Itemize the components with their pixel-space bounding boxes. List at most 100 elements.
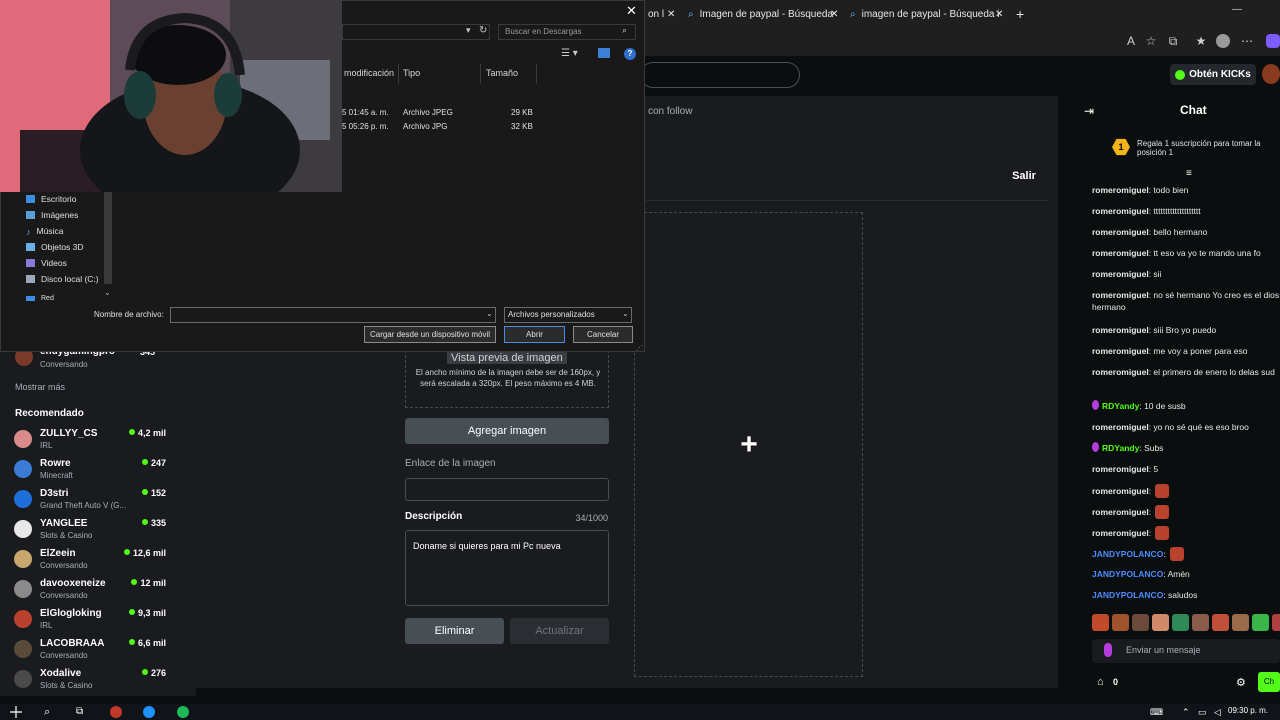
recommended-channel[interactable]: davooxeneize Conversando 12 mil — [14, 578, 170, 606]
image-link-input[interactable] — [405, 478, 609, 501]
file-modified[interactable]: 5 05:26 p. m. — [342, 122, 389, 131]
extensions-icon[interactable]: ⧉ — [1166, 34, 1180, 48]
chat-username[interactable]: JANDYPOLANCO — [1092, 569, 1163, 579]
recommended-channel[interactable]: YANGLEE Slots & Casino 335 — [14, 518, 170, 546]
recommended-channel[interactable]: D3stri Grand Theft Auto V (G... 152 — [14, 488, 170, 516]
get-kicks-button[interactable]: Obtén KICKs — [1170, 64, 1256, 85]
chat-username[interactable]: RDYandy — [1102, 401, 1139, 411]
filetype-select[interactable]: Archivos personalizados — [504, 307, 632, 323]
emote-picker-icon[interactable] — [1104, 643, 1112, 657]
recommended-channel[interactable]: ZULLYY_CS IRL 4,2 mil — [14, 428, 170, 456]
column-header-type[interactable]: Tipo — [403, 68, 420, 78]
nav-item-music[interactable]: ♪ Música — [26, 224, 116, 238]
refresh-icon[interactable]: ↻ — [479, 25, 487, 36]
chat-username[interactable]: romeromiguel — [1092, 367, 1149, 377]
chat-username[interactable]: romeromiguel — [1092, 206, 1149, 216]
network-icon[interactable]: ▭ — [1198, 706, 1210, 718]
user-avatar[interactable] — [1262, 64, 1280, 84]
chat-username[interactable]: romeromiguel — [1092, 528, 1149, 538]
chevron-down-icon[interactable]: ⌄ — [622, 309, 629, 318]
salir-button[interactable]: Salir — [1004, 166, 1044, 186]
emote-icon[interactable] — [1232, 614, 1249, 631]
chat-username[interactable]: romeromiguel — [1092, 269, 1149, 279]
read-aloud-icon[interactable]: A — [1124, 34, 1138, 48]
chat-username[interactable]: RDYandy — [1102, 443, 1139, 453]
browser-tab[interactable]: ⌕ Imagen de paypal - Búsqueda — [688, 4, 838, 24]
chat-username[interactable]: romeromiguel — [1092, 290, 1149, 300]
recommended-channel[interactable]: ElGlogloking IRL 9,3 mil — [14, 608, 170, 636]
close-icon[interactable]: ✕ — [626, 3, 637, 19]
file-type[interactable]: Archivo JPEG — [403, 108, 453, 117]
emote-icon[interactable] — [1172, 614, 1189, 631]
tab-close-icon[interactable]: ✕ — [995, 4, 1007, 24]
chat-username[interactable]: romeromiguel — [1092, 464, 1149, 474]
nav-item-network[interactable]: Red — [26, 294, 116, 302]
collapse-chat-icon[interactable]: ⇥ — [1084, 104, 1094, 118]
add-image-button[interactable]: Agregar imagen — [405, 418, 609, 444]
filename-input[interactable] — [170, 307, 496, 323]
task-view-icon[interactable]: ⧉ — [76, 706, 88, 718]
volume-icon[interactable]: ◁ — [1214, 706, 1226, 718]
chevron-up-icon[interactable]: ⌃ — [1182, 706, 1194, 718]
new-tab-button[interactable]: + — [1016, 4, 1030, 24]
emote-icon[interactable] — [1152, 614, 1169, 631]
edge-browser-icon[interactable] — [143, 706, 155, 718]
chat-username[interactable]: romeromiguel — [1092, 422, 1149, 432]
chat-username[interactable]: romeromiguel — [1092, 325, 1149, 335]
chevron-down-icon[interactable]: ⌄ — [104, 288, 111, 297]
copilot-icon[interactable] — [1266, 34, 1280, 48]
cancel-button[interactable]: Cancelar — [573, 326, 633, 343]
chat-username[interactable]: romeromiguel — [1092, 346, 1149, 356]
delete-button[interactable]: Eliminar — [405, 618, 504, 644]
chat-send-button[interactable]: Ch — [1258, 672, 1280, 692]
emote-icon[interactable] — [1212, 614, 1229, 631]
recommended-channel[interactable]: Rowre Minecraft 247 — [14, 458, 170, 486]
load-from-mobile-button[interactable]: Cargar desde un dispositivo móvil — [364, 326, 496, 343]
address-bar[interactable] — [646, 30, 1280, 52]
app-icon[interactable] — [110, 706, 122, 718]
update-button[interactable]: Actualizar — [510, 618, 609, 644]
nav-item-desktop[interactable]: Escritorio — [26, 192, 116, 206]
show-more-link[interactable]: Mostrar más — [15, 382, 65, 392]
more-menu-icon[interactable]: ⋯ — [1240, 34, 1254, 48]
pinned-chevron-icon[interactable]: ≡ — [1186, 168, 1192, 179]
chat-username[interactable]: JANDYPOLANCO — [1092, 590, 1163, 600]
profile-icon[interactable] — [1216, 34, 1230, 48]
keyboard-icon[interactable]: ⌨ — [1150, 706, 1163, 718]
description-textarea[interactable]: Doname si quieres para mi Pc nueva — [405, 530, 609, 606]
chevron-down-icon[interactable]: ▾ — [466, 25, 471, 36]
chat-username[interactable]: romeromiguel — [1092, 486, 1149, 496]
spotify-icon[interactable] — [177, 706, 189, 718]
minimize-icon[interactable]: — — [1232, 4, 1242, 15]
tab-close-icon[interactable]: ✕ — [830, 4, 842, 24]
nav-item-pictures[interactable]: Imágenes — [26, 208, 116, 222]
channel-points-icon[interactable]: ⌂ — [1097, 676, 1104, 688]
recommended-channel[interactable]: Xodalive Slots & Casino 276 — [14, 668, 170, 696]
nav-scrollbar[interactable] — [104, 192, 112, 284]
file-size[interactable]: 32 KB — [511, 122, 533, 131]
chat-username[interactable]: JANDYPOLANCO — [1092, 549, 1163, 559]
gift-leaderboard-text[interactable]: Regala 1 suscripción para tomar la posic… — [1137, 139, 1277, 157]
gear-icon[interactable]: ⚙ — [1236, 676, 1246, 689]
help-icon[interactable]: ? — [624, 48, 636, 60]
chat-username[interactable]: romeromiguel — [1092, 185, 1149, 195]
emote-icon[interactable] — [1252, 614, 1269, 631]
column-header-modified[interactable]: modificación — [344, 68, 394, 78]
favorites-icon[interactable]: ★ — [1194, 34, 1208, 48]
resize-grip-icon[interactable]: ⋰ — [636, 344, 643, 352]
browser-tab[interactable]: ⌕ imagen de paypal - Búsqueda ima — [850, 4, 1000, 24]
preview-pane-icon[interactable] — [598, 48, 610, 58]
emote-icon[interactable] — [1272, 614, 1280, 631]
taskbar-clock[interactable]: 09:30 p. m. — [1228, 706, 1268, 715]
chat-message-input[interactable]: Enviar un mensaje — [1092, 639, 1280, 663]
column-header-size[interactable]: Tamaño — [486, 68, 518, 78]
emote-icon[interactable] — [1192, 614, 1209, 631]
recommended-channel[interactable]: ElZeein Conversando 12,6 mil — [14, 548, 170, 576]
dialog-search-input[interactable]: Buscar en Descargas — [498, 24, 636, 40]
chevron-down-icon[interactable]: ⌄ — [486, 309, 493, 318]
nav-item-3d-objects[interactable]: Objetos 3D — [26, 240, 116, 254]
chat-username[interactable]: romeromiguel — [1092, 507, 1149, 517]
tab-close-icon[interactable]: ✕ — [667, 4, 679, 24]
open-button[interactable]: Abrir — [504, 326, 565, 343]
file-type[interactable]: Archivo JPG — [403, 122, 447, 131]
